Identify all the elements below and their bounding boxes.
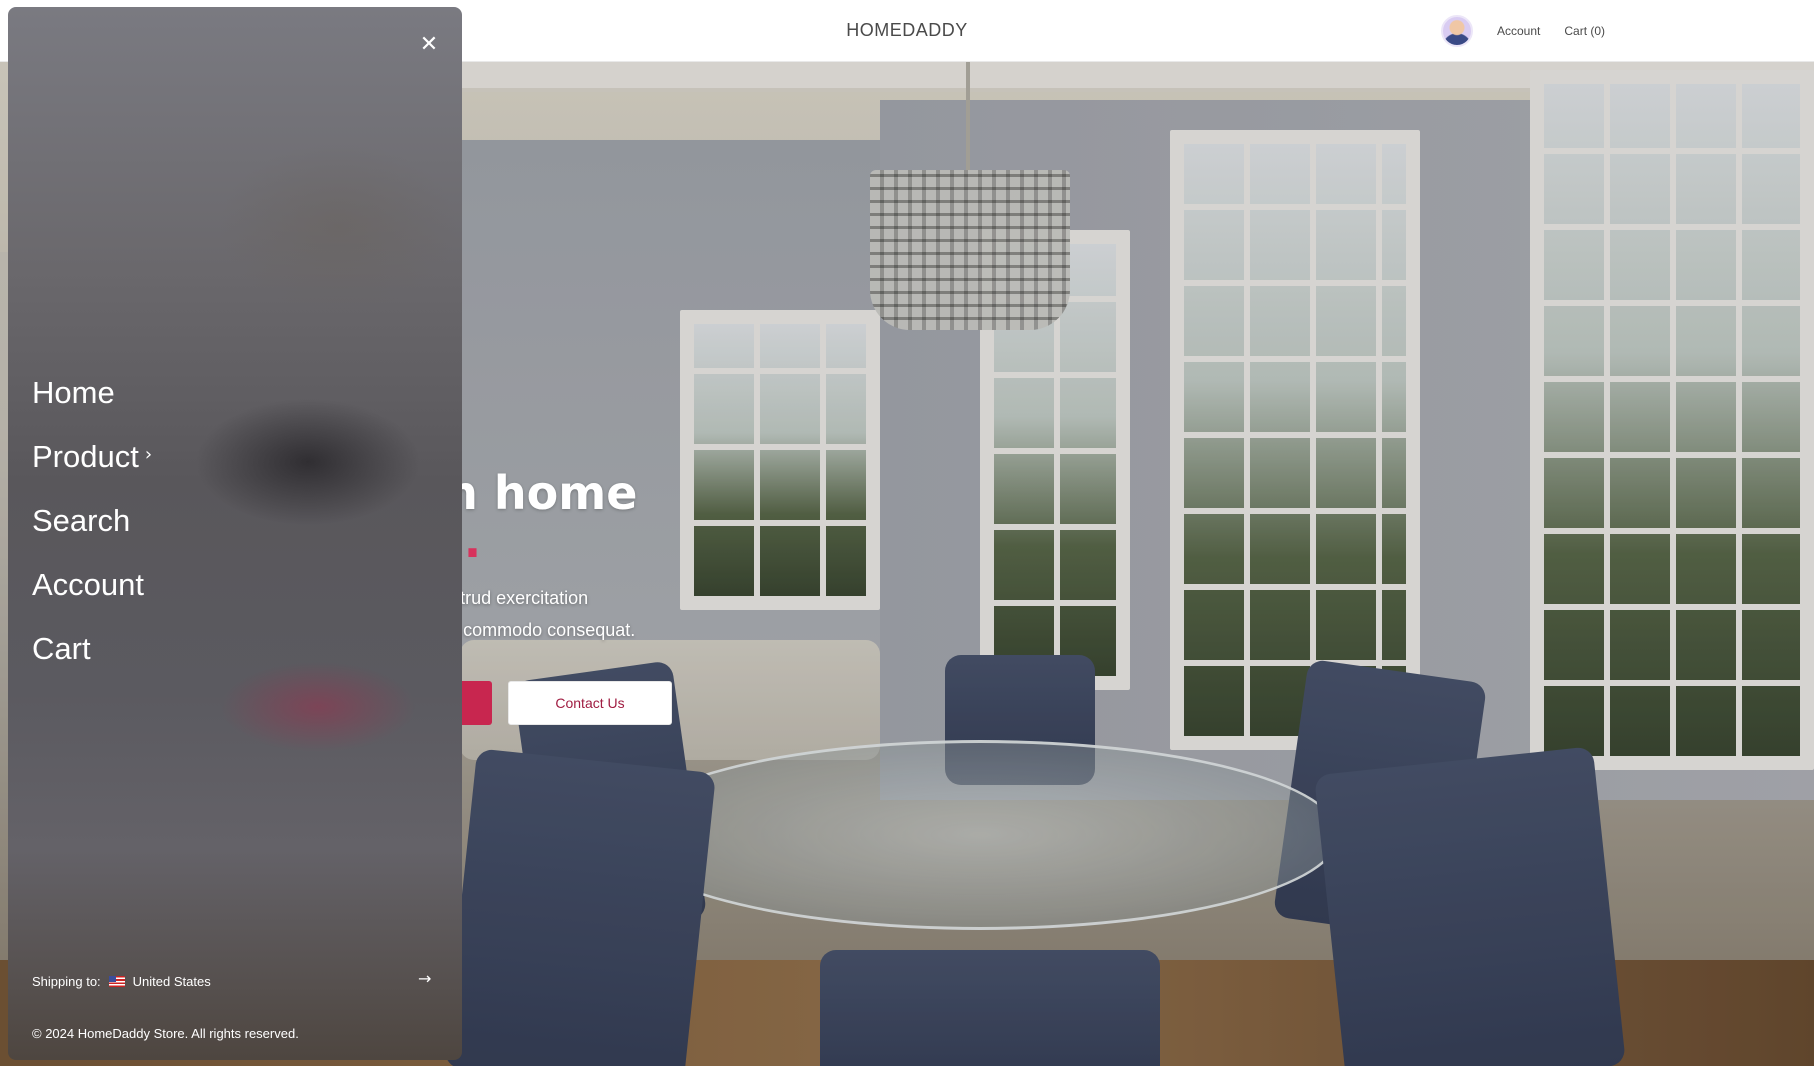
drawer-item-label: Search	[32, 503, 131, 538]
drawer-item-label: Account	[32, 567, 145, 602]
drawer-item-account[interactable]: Account	[32, 553, 152, 617]
drawer-item-label: Product	[32, 439, 139, 474]
shipping-country: United States	[132, 974, 211, 989]
drawer-item-label: Home	[32, 375, 115, 410]
drawer-item-home[interactable]: Home	[32, 361, 152, 425]
avatar[interactable]	[1441, 15, 1473, 47]
drawer-nav: Home Product › Search Account Cart	[32, 361, 152, 681]
drawer-item-search[interactable]: Search	[32, 489, 152, 553]
us-flag-icon	[108, 976, 125, 987]
chevron-right-icon: ›	[144, 443, 153, 465]
drawer-item-label: Cart	[32, 631, 91, 666]
header-actions: Account Cart (0)	[1441, 15, 1605, 47]
cart-link[interactable]: Cart (0)	[1564, 24, 1605, 38]
shipping-label: Shipping to:	[32, 974, 101, 989]
contact-us-button[interactable]: Contact Us	[508, 681, 672, 725]
drawer-item-product[interactable]: Product ›	[32, 425, 152, 489]
close-icon[interactable]: ✕	[416, 32, 442, 58]
shipping-selector[interactable]: Shipping to: United States	[32, 974, 211, 989]
menu-drawer: ✕ Home Product › Search Account Cart Shi…	[8, 7, 462, 1060]
drawer-item-cart[interactable]: Cart	[32, 617, 152, 681]
copyright-text: © 2024 HomeDaddy Store. All rights reser…	[32, 1026, 299, 1041]
arrow-right-icon[interactable]: →	[418, 969, 431, 988]
account-link[interactable]: Account	[1497, 24, 1540, 38]
